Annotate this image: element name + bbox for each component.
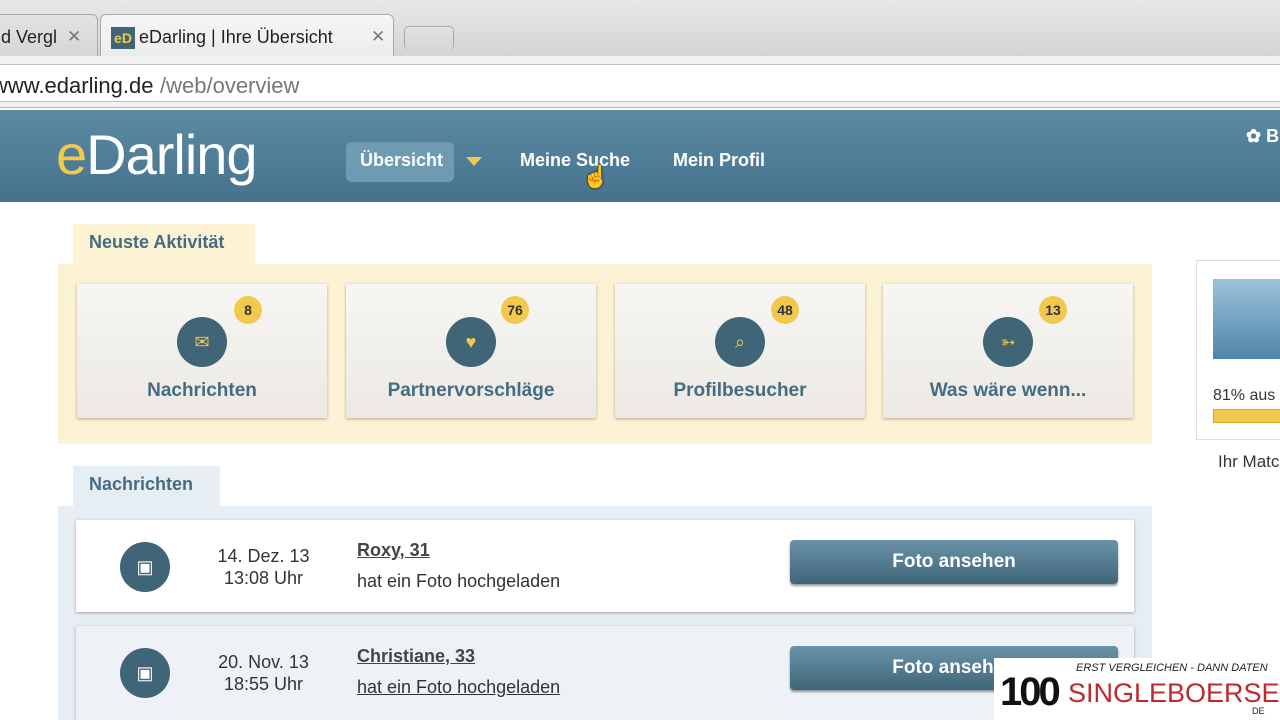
message-text: hat ein Foto hochgeladen [357,571,561,591]
url-field[interactable]: www.edarling.de /web/overview [0,64,1280,102]
message-row: ▣ 14. Dez. 13 13:08 Uhr Roxy, 31 hat ein… [76,520,1134,612]
watermark-number: 100 [1000,670,1061,714]
nav-my-search[interactable]: Meine Suche [520,150,630,171]
message-sender-link[interactable]: Christiane, 33 [357,646,475,667]
browser-tab-bar: d Vergl ✕ eD eDarling | Ihre Übersicht ✕ [0,0,1280,56]
profile-completion-text: 81% aus [1213,387,1276,404]
close-icon[interactable]: ✕ [371,27,385,47]
magnifier-icon: ⌕ [715,317,765,367]
watermark-name: SINGLEBOERSEN [1068,678,1280,708]
browser-tab-inactive[interactable]: d Vergl ✕ [0,14,98,56]
activity-card-messages[interactable]: ✉ 8 Nachrichten [77,284,327,418]
browser-tab-active[interactable]: eD eDarling | Ihre Übersicht ✕ [100,14,394,56]
arrow-icon: ➳ [983,317,1033,367]
cursor-hand-icon: ☝ [582,164,610,189]
activity-card-profile-visitors[interactable]: ⌕ 48 Profilbesucher [615,284,865,418]
nav-my-profile[interactable]: Mein Profil [673,150,765,171]
profile-completion-bar [1213,409,1280,423]
photo-icon: ▣ [120,542,170,592]
url-path: /web/overview [160,73,300,98]
settings-link[interactable]: ✿ B [1246,126,1279,147]
message-text-link[interactable]: hat ein Foto hochgeladen [357,677,560,698]
count-badge: 8 [234,296,262,324]
message-time: 18:55 Uhr [223,674,304,694]
site-header: eDarling Übersicht Meine Suche Mein Prof… [0,110,1280,202]
count-badge: 13 [1039,296,1067,324]
address-bar: www.edarling.de /web/overview [0,56,1280,108]
tab-title: d Vergl [1,27,58,47]
profile-card: 81% aus [1196,260,1280,440]
nav-overview[interactable]: Übersicht [360,150,443,171]
message-time: 13:08 Uhr [223,568,304,588]
tab-title: eDarling | Ihre Übersicht [139,27,333,47]
edarling-logo[interactable]: eDarling [56,122,258,187]
count-badge: 76 [501,296,529,324]
view-photo-button[interactable]: Foto ansehen [790,540,1118,584]
watermark-suffix: DE [1252,706,1265,716]
heart-icon: ♥ [446,317,496,367]
activity-card-label: Profilbesucher [673,380,807,401]
envelope-icon: ✉ [177,317,227,367]
message-date: 14. Dez. 13 [217,546,310,566]
close-icon[interactable]: ✕ [67,27,81,47]
message-sender-link[interactable]: Roxy, 31 [357,540,430,561]
count-badge: 48 [771,296,799,324]
chevron-down-icon[interactable] [466,157,482,166]
match-text: Ihr Matc [1218,452,1280,471]
activity-card-label: Was wäre wenn... [929,380,1087,401]
activity-card-label: Partnervorschläge [387,380,555,401]
profile-avatar[interactable] [1213,279,1280,359]
message-row: ▣ 20. Nov. 13 18:55 Uhr Christiane, 33 h… [76,626,1134,720]
watermark-tagline: ERST VERGLEICHEN - DANN DATEN [1076,662,1268,674]
photo-icon: ▣ [120,648,170,698]
url-host: www.edarling.de [0,73,154,98]
singleboersen-watermark: ERST VERGLEICHEN - DANN DATEN 100 SINGLE… [994,658,1280,720]
messages-section-title: Nachrichten [73,466,220,506]
activity-card-what-if[interactable]: ➳ 13 Was wäre wenn... [883,284,1133,418]
message-date: 20. Nov. 13 [218,652,309,672]
new-tab-button[interactable] [404,26,454,50]
edarling-favicon-icon: eD [111,27,135,49]
activity-section-title: Neuste Aktivität [73,224,255,264]
activity-card-label: Nachrichten [147,380,257,401]
activity-card-partner-suggestions[interactable]: ♥ 76 Partnervorschläge [346,284,596,418]
gear-icon: ✿ [1246,126,1262,146]
